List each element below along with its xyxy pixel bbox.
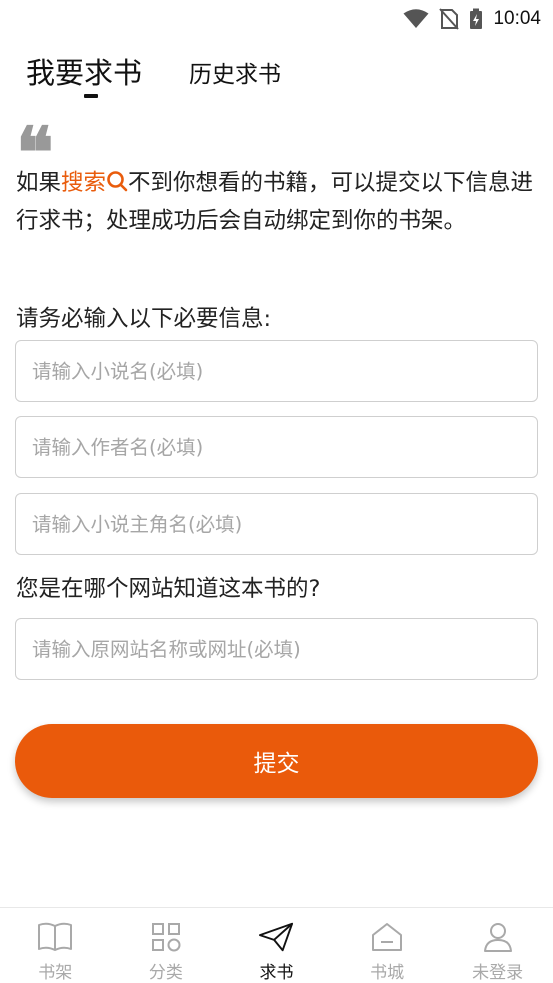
wifi-icon [403, 9, 429, 29]
no-sim-icon [439, 8, 460, 30]
search-link[interactable]: 搜索 [61, 170, 128, 196]
paper-plane-icon [258, 920, 294, 954]
store-icon [369, 920, 405, 954]
active-tab-indicator [84, 94, 98, 98]
source-site-input[interactable] [15, 618, 538, 680]
submit-button[interactable]: 提交 [15, 724, 538, 798]
nav-item-request[interactable]: 求书 [221, 908, 332, 983]
protagonist-name-input[interactable] [15, 493, 538, 555]
intro-text: 如果搜索 不到你想看的书籍，可以提交以下信息进行求书；处理成功后会自动绑定到你的书… [16, 164, 536, 240]
nav-label-bookshelf: 书架 [38, 963, 73, 983]
novel-name-input[interactable] [15, 340, 538, 402]
user-icon [480, 920, 516, 954]
tab-request-history[interactable]: 历史求书 [189, 55, 281, 89]
nav-item-category[interactable]: 分类 [111, 908, 222, 983]
nav-label-store: 书城 [370, 963, 405, 983]
battery-charging-icon [469, 8, 483, 30]
nav-label-account: 未登录 [472, 963, 524, 983]
nav-item-bookshelf[interactable]: 书架 [0, 908, 111, 983]
intro-before: 如果 [16, 170, 62, 196]
book-request-screen: 10:04 我要求书 历史求书 ❝ 如果搜索 不到你想看的书籍，可以提交以下信息进… [0, 0, 553, 983]
book-icon [37, 920, 73, 954]
nav-label-request: 求书 [259, 963, 294, 983]
grid-icon [148, 920, 184, 954]
quote-icon: ❝ [16, 111, 54, 194]
clock: 10:04 [493, 8, 541, 29]
nav-label-category: 分类 [148, 963, 183, 983]
nav-item-store[interactable]: 书城 [332, 908, 443, 983]
author-name-input[interactable] [15, 416, 538, 478]
tab-request-book[interactable]: 我要求书 [26, 50, 142, 92]
source-site-question: 您是在哪个网站知道这本书的? [16, 576, 321, 602]
search-link-label: 搜索 [61, 170, 107, 196]
status-bar: 10:04 [0, 0, 553, 38]
required-info-heading: 请务必输入以下必要信息: [16, 306, 272, 332]
nav-item-account[interactable]: 未登录 [442, 908, 553, 983]
bottom-nav: 书架 分类 求书 书城 未登录 [0, 907, 553, 983]
search-icon [107, 171, 128, 192]
